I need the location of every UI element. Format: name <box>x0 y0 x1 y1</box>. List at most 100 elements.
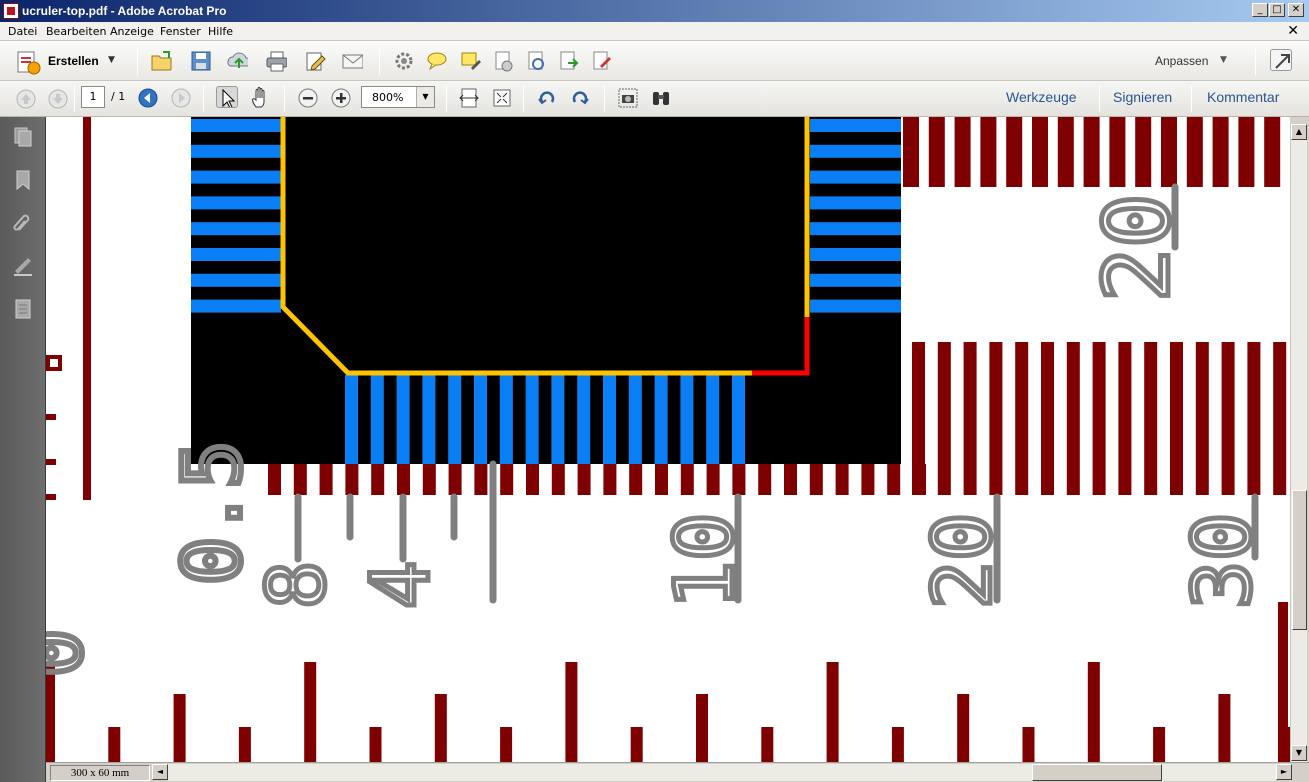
menu-datei[interactable]: Datei <box>8 25 37 38</box>
horizontal-scroll-track[interactable] <box>168 764 1276 781</box>
minimize-button[interactable]: _ <box>1252 3 1268 17</box>
select-tool-icon[interactable] <box>216 86 238 108</box>
pad <box>551 375 565 464</box>
menu-bearbeiten[interactable]: Bearbeiten <box>46 25 106 38</box>
ruler-tick <box>629 464 643 495</box>
zoom-out-icon[interactable] <box>297 87 319 109</box>
toolbar-divider <box>1255 47 1256 75</box>
ruler-tick <box>108 727 121 762</box>
ruler-tick <box>928 117 945 187</box>
ruler-tick <box>1273 342 1287 495</box>
scroll-left-button[interactable]: ◄ <box>152 764 168 780</box>
toolbar-divider <box>284 86 285 112</box>
ruler-tick <box>319 464 333 495</box>
rotate-icon[interactable] <box>525 50 547 72</box>
ruler-tick <box>1006 117 1023 187</box>
attachments-icon[interactable] <box>12 212 34 234</box>
sign-panel-link[interactable]: Signieren <box>1113 89 1172 105</box>
delete-page-icon[interactable] <box>492 50 514 72</box>
label-ruler-20: 20 <box>916 513 1009 609</box>
vertical-scrollbar[interactable]: ▲ ▼ <box>1290 124 1307 762</box>
menu-hilfe[interactable]: Hilfe <box>208 25 233 38</box>
toolbar-divider <box>74 86 75 112</box>
zoom-select[interactable]: 800% ▼ <box>361 86 435 108</box>
menu-fenster[interactable]: Fenster <box>160 25 201 38</box>
vertical-scroll-thumb[interactable] <box>1292 490 1307 630</box>
ruler-tick <box>1186 117 1203 187</box>
ruler-tick <box>680 464 694 495</box>
back-view-icon[interactable] <box>137 87 159 109</box>
fullscreen-icon[interactable] <box>1270 49 1292 71</box>
ruler-tick <box>784 464 797 495</box>
pad <box>191 119 281 132</box>
close-document-icon[interactable]: ✕ <box>1287 23 1299 39</box>
document-view[interactable]: 20 8 4 10 20 30 0.5 0 <box>46 117 1290 762</box>
ruler-tick <box>732 464 746 495</box>
bookmarks-icon[interactable] <box>12 169 34 191</box>
scroll-right-button[interactable]: ► <box>1276 764 1292 780</box>
comment-panel-link[interactable]: Kommentar <box>1207 89 1279 105</box>
scroll-down-button[interactable]: ▼ <box>1291 745 1307 761</box>
rotate-clockwise-icon[interactable] <box>569 87 591 109</box>
ruler-tick <box>1041 342 1054 495</box>
ruler-tick <box>448 464 462 495</box>
forward-view-icon[interactable] <box>170 87 192 109</box>
ruler-tick <box>655 464 668 495</box>
ruler-tick <box>1212 117 1229 187</box>
horizontal-scroll-thumb[interactable] <box>1032 764 1162 781</box>
snapshot-icon[interactable] <box>617 87 639 109</box>
open-icon[interactable] <box>150 49 172 71</box>
label-ruler-10: 10 <box>658 513 751 609</box>
save-icon[interactable] <box>190 50 212 72</box>
ruler-tick <box>903 117 919 187</box>
page-thumbnails-icon[interactable] <box>12 126 34 148</box>
ruler-tick <box>304 662 317 762</box>
ruler-tick <box>422 464 436 495</box>
menu-anzeige[interactable]: Anzeige <box>110 25 154 38</box>
content-icon[interactable] <box>12 298 34 320</box>
zoom-in-icon[interactable] <box>330 87 352 109</box>
export-icon[interactable] <box>558 50 580 72</box>
signatures-icon[interactable] <box>12 255 34 277</box>
chevron-down-icon: ▼ <box>108 55 115 65</box>
ruler-tick <box>345 464 359 495</box>
ruler-tick <box>1015 342 1029 495</box>
settings-icon[interactable] <box>393 50 415 72</box>
fit-width-icon[interactable] <box>458 87 480 109</box>
label-ruler-30: 30 <box>1176 513 1269 609</box>
highlight-icon[interactable] <box>459 50 481 72</box>
pad <box>810 196 901 210</box>
edit-icon[interactable] <box>304 50 326 72</box>
menu-bar: Datei Bearbeiten Anzeige Fenster Hilfe ✕ <box>0 22 1309 41</box>
ruler-tick <box>1170 342 1183 495</box>
hand-tool-icon[interactable] <box>249 87 271 109</box>
maximize-button[interactable]: □ <box>1269 3 1285 17</box>
pad <box>525 375 539 464</box>
comment-icon[interactable] <box>426 50 448 72</box>
find-icon[interactable] <box>650 87 672 109</box>
upload-icon[interactable] <box>226 50 248 72</box>
fit-page-icon[interactable] <box>491 87 513 109</box>
pad <box>191 196 281 210</box>
sign-icon[interactable] <box>591 50 613 72</box>
chevron-down-icon[interactable]: ▼ <box>416 87 434 107</box>
tools-panel-link[interactable]: Werkzeuge <box>1006 89 1077 105</box>
ruler-tick <box>1144 342 1158 495</box>
page-number-input[interactable]: 1 <box>81 86 105 108</box>
previous-page-icon[interactable] <box>15 88 37 110</box>
ruler-tick <box>1221 342 1235 495</box>
main-toolbar: Erstellen ▼ Anpassen ▼ <box>0 41 1309 81</box>
ruler-mid-ticks <box>912 342 1287 495</box>
ruler-tick <box>577 464 591 495</box>
ruler-tick <box>551 464 565 495</box>
print-icon[interactable] <box>265 50 287 72</box>
scroll-up-button[interactable]: ▲ <box>1291 124 1307 140</box>
rotate-counterclockwise-icon[interactable] <box>536 87 558 109</box>
ruler-tick <box>238 727 251 762</box>
pad <box>706 375 720 464</box>
ruler-tick <box>603 464 617 495</box>
close-button[interactable]: ✕ <box>1288 3 1304 17</box>
customize-menu[interactable]: Anpassen <box>1155 54 1208 68</box>
email-icon[interactable] <box>341 50 363 72</box>
next-page-icon[interactable] <box>47 88 69 110</box>
